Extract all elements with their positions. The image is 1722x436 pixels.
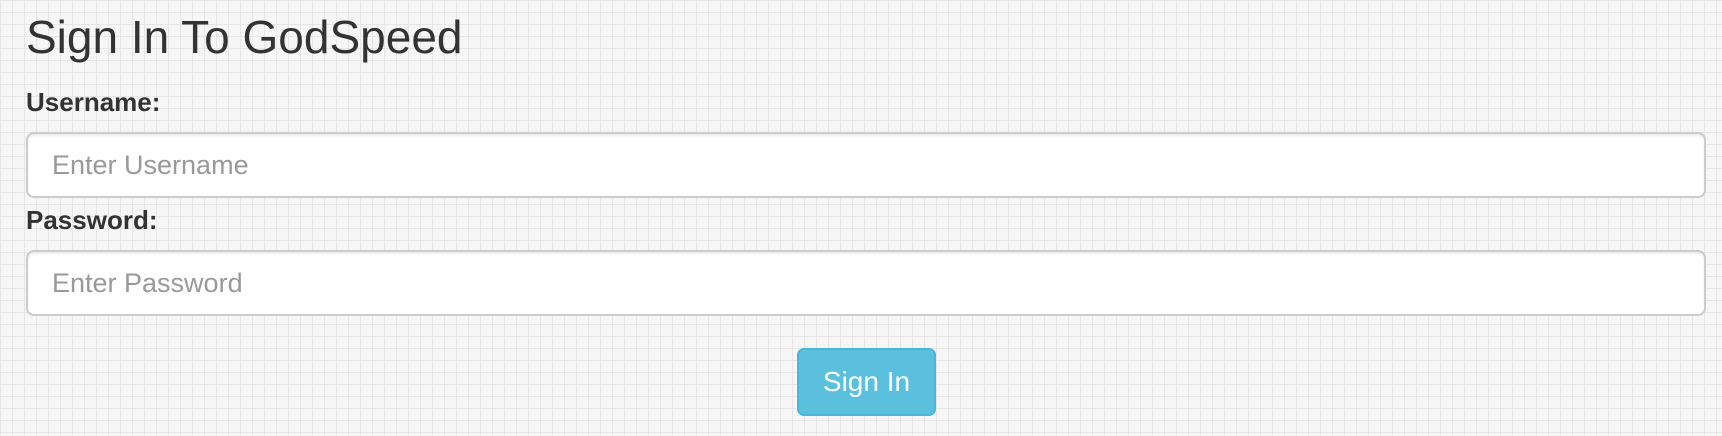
password-input[interactable] [26, 250, 1706, 316]
page-title: Sign In To GodSpeed [26, 11, 463, 63]
username-input[interactable] [26, 132, 1706, 198]
sign-in-button[interactable]: Sign In [797, 348, 936, 416]
username-label: Username: [26, 87, 161, 117]
password-label: Password: [26, 205, 158, 235]
